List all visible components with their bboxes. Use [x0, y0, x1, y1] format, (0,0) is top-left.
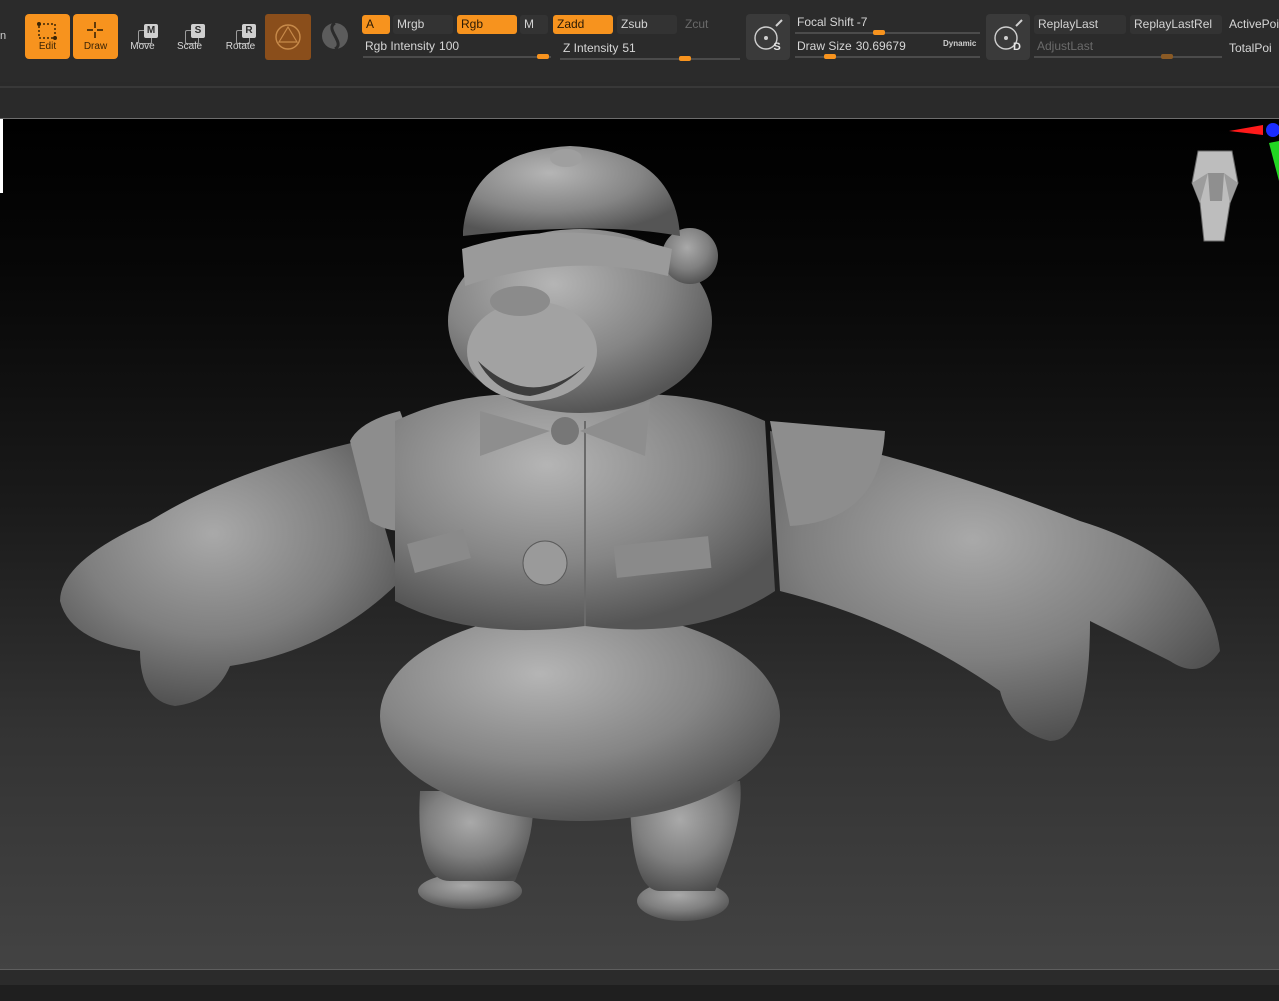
replay-last-rel-button[interactable]: ReplayLastRel [1130, 15, 1222, 34]
z-intensity-slider[interactable]: Z Intensity 51 [563, 41, 636, 55]
rotate-label: Rotate [225, 41, 256, 52]
active-points-label: ActivePoi [1229, 17, 1279, 31]
rgb-intensity-slider[interactable]: Rgb Intensity 100 [365, 39, 459, 53]
rgb-intensity-thumb[interactable] [537, 54, 549, 59]
move-button[interactable]: M Move [120, 14, 165, 59]
total-points-label: TotalPoi [1229, 41, 1272, 55]
top-shelf: n Edit Draw M Move S Scale R Rotate A Mr… [0, 0, 1279, 82]
move-key: M [144, 24, 158, 38]
focal-shift-slider[interactable]: Focal Shift -7 [797, 15, 867, 29]
dynamic-toggle[interactable]: Dynamic [943, 39, 976, 48]
rgb-intensity-value: 100 [439, 39, 460, 53]
edit-label: Edit [38, 41, 57, 52]
draw-size-track[interactable] [795, 56, 980, 58]
material-icon [275, 24, 301, 50]
shelf-cut-label: n [0, 30, 7, 42]
scale-label: Scale [176, 41, 202, 52]
a-toggle[interactable]: A [362, 15, 390, 34]
shelf-divider [0, 86, 1279, 88]
adjust-last-thumb[interactable] [1161, 54, 1173, 59]
scale-key: S [191, 24, 205, 38]
edit-button[interactable]: Edit [25, 14, 70, 59]
draw-icon [87, 22, 103, 38]
rotate-button[interactable]: R Rotate [218, 14, 263, 59]
move-label: Move [130, 41, 155, 52]
z-intensity-track[interactable] [560, 58, 740, 60]
axis-gizmo-icon[interactable] [1225, 119, 1279, 183]
focal-shift-thumb[interactable] [873, 30, 885, 35]
draw-size-value: 30.69679 [855, 39, 906, 53]
viewport-canvas[interactable] [0, 118, 1279, 970]
z-intensity-thumb[interactable] [679, 56, 691, 61]
m-toggle[interactable]: M [520, 15, 548, 34]
z-intensity-label: Z Intensity [563, 41, 619, 55]
rgb-intensity-label: Rgb Intensity [365, 39, 436, 53]
draw-size-label: Draw Size [797, 39, 852, 53]
edit-icon [37, 22, 57, 40]
mrgb-toggle[interactable]: Mrgb [393, 15, 453, 34]
focal-shift-label: Focal Shift [797, 15, 854, 29]
draw-label: Draw [83, 41, 108, 52]
adjust-last-track[interactable] [1034, 56, 1222, 58]
lightbox-d-button[interactable]: D [986, 14, 1030, 60]
draw-button[interactable]: Draw [73, 14, 118, 59]
zsub-toggle[interactable]: Zsub [617, 15, 677, 34]
draw-size-thumb[interactable] [824, 54, 836, 59]
draw-size-slider[interactable]: Draw Size 30.69679 [797, 39, 906, 53]
focal-shift-value: -7 [856, 15, 868, 29]
lightbox-d-key: D [1013, 41, 1021, 53]
texture-icon[interactable] [320, 21, 350, 51]
lightbox-s-button[interactable]: S [746, 14, 790, 60]
zadd-toggle[interactable]: Zadd [553, 15, 613, 34]
zcut-toggle[interactable]: Zcut [681, 15, 741, 34]
scale-button[interactable]: S Scale [167, 14, 212, 59]
rgb-intensity-track[interactable] [363, 56, 551, 58]
adjust-last-slider[interactable]: AdjustLast [1037, 39, 1093, 53]
rotate-key: R [242, 24, 256, 38]
rgb-toggle[interactable]: Rgb [457, 15, 517, 34]
focal-shift-track[interactable] [795, 32, 980, 34]
bottom-dock [0, 985, 1279, 1001]
material-button[interactable] [265, 14, 311, 60]
bear-sculpt-model[interactable] [0, 119, 1279, 970]
lightbox-s-key: S [773, 41, 781, 53]
replay-last-button[interactable]: ReplayLast [1034, 15, 1126, 34]
z-intensity-value: 51 [622, 41, 636, 55]
